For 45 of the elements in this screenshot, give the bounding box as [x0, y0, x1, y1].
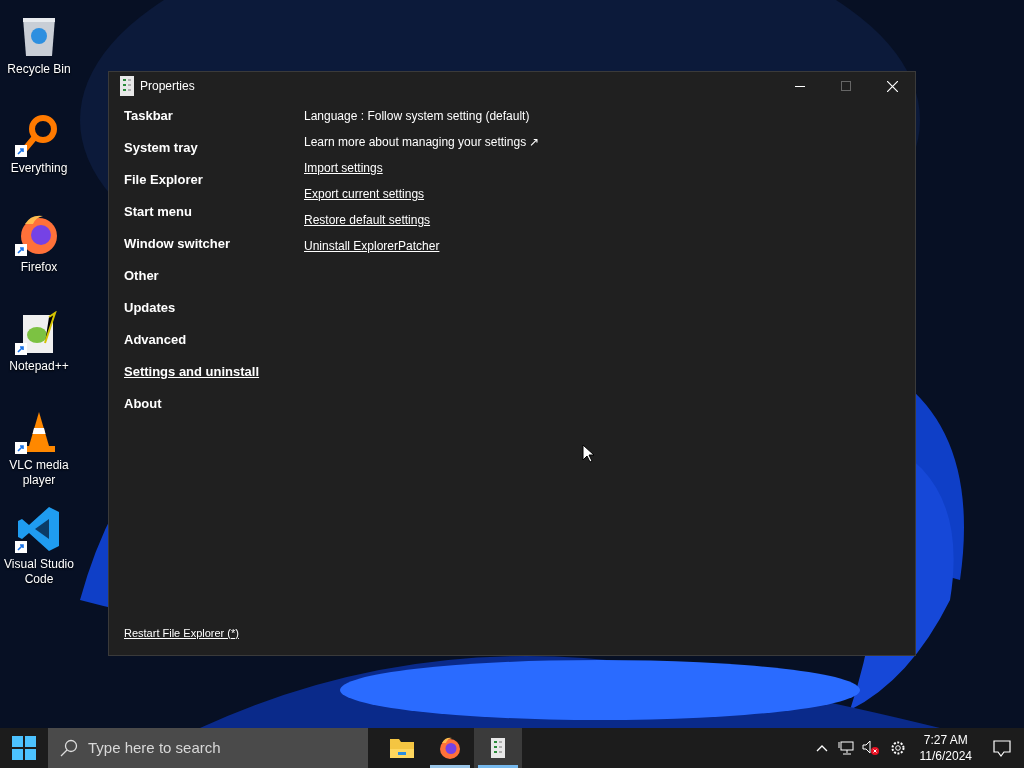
document-icon — [119, 75, 135, 97]
sidebar-item[interactable]: Start menu — [124, 196, 192, 228]
mouse-cursor-icon — [582, 444, 594, 463]
sidebar-item[interactable]: File Explorer — [124, 164, 203, 196]
desktop-icon-label[interactable]: Everything — [10, 161, 68, 176]
desktop-icon-label[interactable]: Notepad++ — [9, 359, 69, 374]
maximize-icon — [841, 81, 851, 91]
sidebar-item[interactable]: Settings and uninstall — [124, 356, 260, 388]
sidebar-item[interactable]: Taskbar — [124, 100, 173, 132]
settings-link[interactable]: Learn more about managing your settings ↗ — [304, 129, 540, 155]
settings-link[interactable]: Restore default settings — [304, 207, 431, 233]
chevron-up-icon[interactable] — [815, 744, 828, 752]
clock[interactable]: 7:27 AM 11/6/2024 — [911, 732, 980, 764]
sidebar-item[interactable]: Other — [124, 260, 159, 292]
vscode-icon — [17, 505, 61, 553]
desktop-icon-label[interactable]: Visual Studio Code — [0, 557, 78, 587]
firefox-icon — [438, 736, 462, 760]
minimize-icon — [795, 85, 805, 87]
notification-icon[interactable] — [993, 739, 1011, 757]
search-field[interactable]: Type here to search — [48, 728, 368, 768]
sidebar-item[interactable]: About — [124, 388, 162, 420]
settings-link[interactable]: Export current settings — [304, 181, 425, 207]
muted-speaker-icon[interactable] — [861, 740, 880, 756]
clock-time: 7:27 AM — [923, 732, 968, 748]
sidebar-item[interactable]: Window switcher — [124, 228, 231, 260]
taskbar-app-button[interactable] — [474, 728, 522, 768]
settings-link[interactable]: Import settings — [304, 155, 383, 181]
network-icon[interactable] — [837, 741, 854, 755]
close-icon — [886, 80, 898, 92]
settings-icon[interactable] — [889, 740, 906, 756]
clock-date: 11/6/2024 — [919, 748, 972, 764]
settings-link[interactable]: Uninstall ExplorerPatcher — [304, 233, 440, 259]
desktop-icon-label[interactable]: VLC media player — [0, 458, 78, 488]
sidebar-item[interactable]: System tray — [124, 132, 198, 164]
restart-link[interactable]: Restart File Explorer (*) — [124, 624, 239, 641]
folder-icon — [389, 737, 415, 759]
desktop-icon-label[interactable]: Firefox — [20, 260, 58, 275]
document-icon — [490, 737, 506, 759]
search-icon — [60, 739, 78, 757]
sidebar-item[interactable]: Updates — [124, 292, 176, 324]
language-setting[interactable]: Language : Follow system setting (default) — [304, 103, 540, 129]
windows-logo-icon — [12, 736, 36, 760]
desktop-icon-label[interactable]: Recycle Bin — [7, 62, 71, 77]
sidebar-item[interactable]: Advanced — [124, 324, 187, 356]
window-title: Properties — [140, 78, 195, 95]
